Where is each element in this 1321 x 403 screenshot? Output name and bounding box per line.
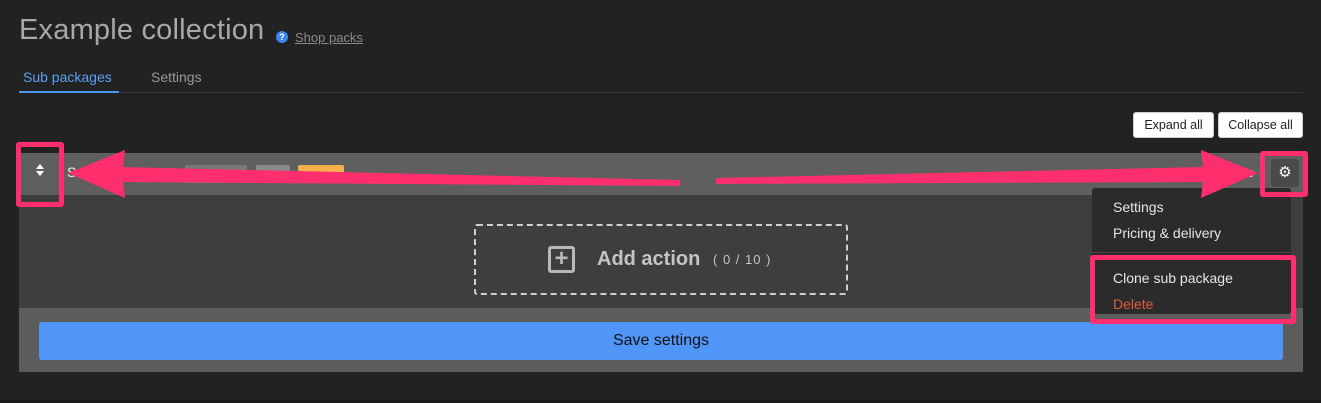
highlight-box-gear <box>1260 151 1308 197</box>
menu-item-pricing-delivery[interactable]: Pricing & delivery <box>1113 225 1221 241</box>
package-chip <box>256 165 290 183</box>
collapse-all-button[interactable]: Collapse all <box>1218 112 1303 138</box>
package-chip <box>185 165 247 183</box>
menu-item-settings[interactable]: Settings <box>1113 199 1164 215</box>
active-tab-indicator <box>19 91 119 93</box>
page-title: Example collection <box>19 14 265 46</box>
add-action-button[interactable]: + Add action ( 0 / 10 ) <box>474 224 848 295</box>
tab-settings[interactable]: Settings <box>151 69 202 85</box>
highlight-box-menu-actions <box>1090 255 1296 324</box>
help-icon[interactable]: ? <box>276 31 288 43</box>
add-action-count: ( 0 / 10 ) <box>713 252 772 267</box>
menu-divider <box>1092 252 1291 253</box>
package-chip <box>298 165 344 183</box>
expand-all-button[interactable]: Expand all <box>1133 112 1214 138</box>
highlight-box-sort-handle <box>16 142 64 207</box>
shop-packs-link[interactable]: Shop packs <box>295 30 363 45</box>
tabs-divider <box>19 92 1303 93</box>
add-action-label: Add action <box>597 248 701 270</box>
sub-package-name: Su <box>67 164 85 180</box>
tab-sub-packages[interactable]: Sub packages <box>23 69 112 85</box>
save-settings-button[interactable]: Save settings <box>39 322 1283 360</box>
plus-square-icon: + <box>548 246 575 273</box>
collapse-label[interactable]: lapse <box>1223 165 1254 180</box>
